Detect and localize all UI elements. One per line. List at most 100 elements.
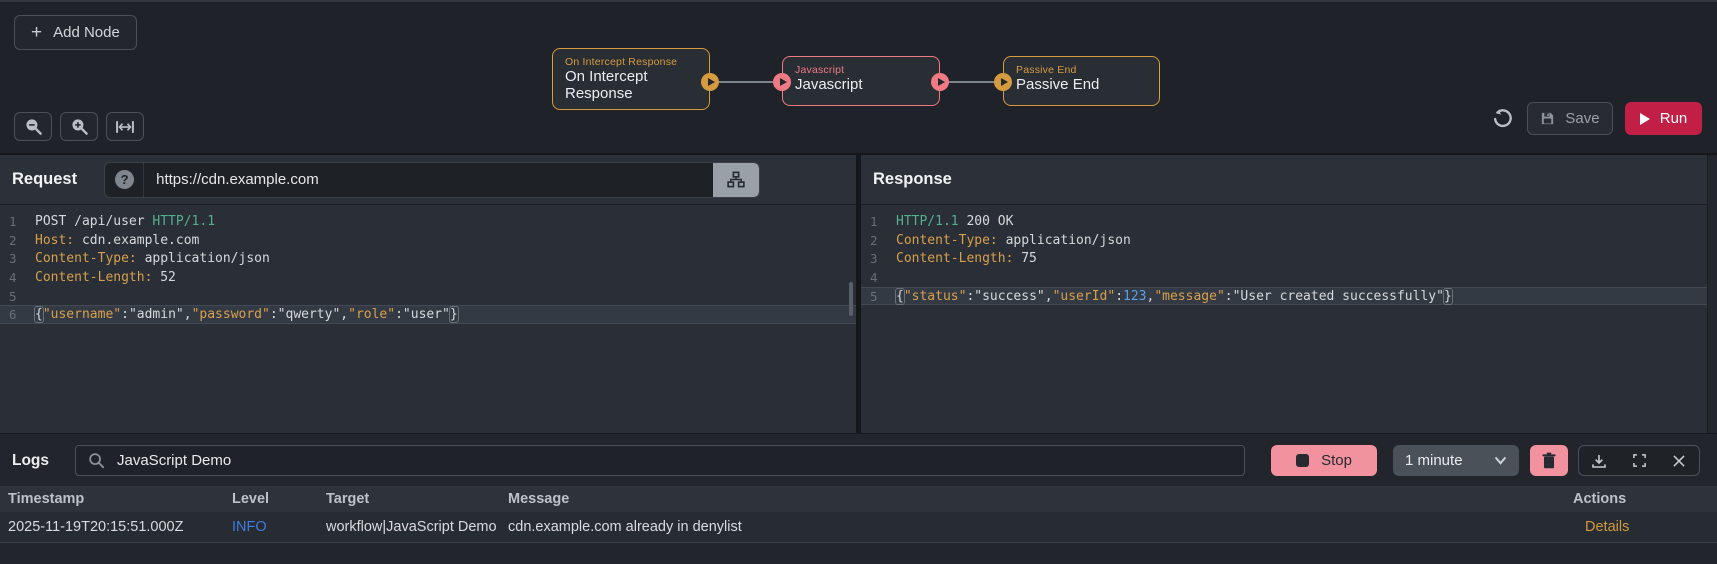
response-code-editor[interactable]: 1 HTTP/1.1 200 OK 2 Content-Type: applicati… xyxy=(861,205,1717,433)
interval-selected-value: 1 minute xyxy=(1405,452,1463,469)
request-panel-title: Request xyxy=(12,170,78,188)
expand-icon xyxy=(1632,454,1646,467)
node-connection-line xyxy=(717,81,775,83)
sitemap-button[interactable] xyxy=(713,162,760,197)
sitemap-icon xyxy=(727,171,745,188)
plus-icon: + xyxy=(31,22,43,43)
line-number: 3 xyxy=(9,251,17,267)
column-header-actions: Actions xyxy=(1573,491,1627,507)
response-panel-title: Response xyxy=(873,170,952,188)
request-url-field[interactable]: ? https://cdn.example.com xyxy=(104,161,761,198)
request-url-value[interactable]: https://cdn.example.com xyxy=(156,171,319,188)
line-number: 1 xyxy=(870,213,878,229)
line-number: 5 xyxy=(870,288,878,304)
code-line[interactable]: 2 Content-Type: application/json xyxy=(861,231,1717,250)
input-port-icon[interactable] xyxy=(773,73,791,91)
line-number: 5 xyxy=(9,288,17,304)
undo-button[interactable] xyxy=(1489,106,1515,132)
input-port-icon[interactable] xyxy=(994,73,1012,91)
play-icon xyxy=(1639,112,1650,125)
workflow-canvas[interactable]: + Add Node On Intercept Response On Inte… xyxy=(0,0,1717,153)
logs-title: Logs xyxy=(12,451,50,469)
line-number: 6 xyxy=(9,307,17,323)
add-node-label: Add Node xyxy=(53,24,120,41)
details-link[interactable]: Details xyxy=(1585,519,1717,535)
interval-select[interactable]: 1 minute xyxy=(1393,445,1519,476)
workflow-editor-app: + Add Node On Intercept Response On Inte… xyxy=(0,0,1717,564)
response-panel: Response 1 HTTP/1.1 200 OK 2 Content-Type: … xyxy=(861,155,1717,433)
node-passive-end[interactable]: Passive End Passive End xyxy=(1003,56,1160,106)
logs-table-header: Timestamp Level Target Message Actions xyxy=(0,486,1717,512)
log-message: cdn.example.com already in denylist xyxy=(508,519,742,535)
log-level: INFO xyxy=(232,519,267,535)
zoom-out-icon xyxy=(25,119,42,135)
save-icon xyxy=(1542,112,1554,125)
zoom-in-button[interactable] xyxy=(60,112,98,141)
stop-button[interactable]: Stop xyxy=(1271,445,1377,476)
code-line[interactable]: 3 Content-Type: application/json xyxy=(0,249,856,268)
code-line[interactable]: 6 {"username":"admin","password":"qwerty"… xyxy=(0,305,856,325)
zoom-out-button[interactable] xyxy=(14,112,52,141)
expand-logs-button[interactable] xyxy=(1624,446,1654,475)
run-label: Run xyxy=(1659,110,1688,127)
code-line[interactable]: 5 xyxy=(0,287,856,306)
node-type-label: On Intercept Response xyxy=(565,56,678,68)
code-line[interactable]: 1 HTTP/1.1 200 OK xyxy=(861,212,1717,231)
node-javascript[interactable]: Javascript Javascript xyxy=(782,56,940,106)
logs-window-controls xyxy=(1578,445,1700,476)
column-header-message: Message xyxy=(508,491,570,507)
undo-icon xyxy=(1493,108,1512,127)
request-header: Request ? https://cdn.example.com xyxy=(0,155,856,205)
response-scrollbar[interactable] xyxy=(1707,155,1717,433)
code-line[interactable]: 2 Host: cdn.example.com xyxy=(0,231,856,250)
line-number: 3 xyxy=(870,251,878,267)
save-button[interactable]: Save xyxy=(1527,102,1613,135)
run-button[interactable]: Run xyxy=(1625,102,1702,135)
search-icon xyxy=(89,453,105,469)
column-header-target: Target xyxy=(326,491,370,507)
node-on-intercept-response[interactable]: On Intercept Response On Intercept Respo… xyxy=(552,48,710,110)
close-logs-button[interactable] xyxy=(1664,446,1694,475)
node-type-label: Passive End xyxy=(1016,64,1077,76)
request-code-editor[interactable]: 1 POST /api/user HTTP/1.1 2 Host: cdn.examp… xyxy=(0,205,856,433)
log-table-row[interactable]: 2025-11-19T20:15:51.000Z INFO workflow|Jav… xyxy=(0,512,1717,543)
code-line[interactable]: 5 {"status":"success","userId":123,"messa… xyxy=(861,286,1717,306)
code-line[interactable]: 4 xyxy=(861,268,1717,287)
url-field-divider xyxy=(143,162,145,197)
output-port-icon[interactable] xyxy=(701,73,719,91)
fit-width-button[interactable] xyxy=(106,112,144,141)
fit-width-icon xyxy=(116,120,134,133)
column-header-level: Level xyxy=(232,491,270,507)
node-connection-line xyxy=(947,81,996,83)
trash-icon xyxy=(1542,452,1556,469)
logs-table: Timestamp Level Target Message Actions 2… xyxy=(0,486,1717,564)
request-scrollbar[interactable] xyxy=(849,282,853,316)
code-line[interactable]: 4 Content-Length: 52 xyxy=(0,268,856,287)
column-header-timestamp: Timestamp xyxy=(8,491,85,507)
logs-search-input[interactable]: JavaScript Demo xyxy=(75,445,1245,476)
line-number: 1 xyxy=(9,213,17,229)
node-type-label: Javascript xyxy=(795,64,845,76)
line-number: 2 xyxy=(9,232,17,248)
save-label: Save xyxy=(1565,110,1600,127)
logs-search-value[interactable]: JavaScript Demo xyxy=(117,452,231,469)
log-target: workflow|JavaScript Demo xyxy=(326,519,497,535)
code-line[interactable]: 1 POST /api/user HTTP/1.1 xyxy=(0,212,856,231)
logs-table-body: 2025-11-19T20:15:51.000Z INFO workflow|Jav… xyxy=(0,512,1717,543)
download-logs-button[interactable] xyxy=(1584,446,1614,475)
response-header: Response xyxy=(861,155,1717,205)
request-panel: Request ? https://cdn.example.com 1 POST… xyxy=(0,155,856,433)
node-title: Javascript xyxy=(795,76,863,93)
close-icon xyxy=(1673,455,1685,466)
node-title: On Intercept Response xyxy=(565,68,648,102)
logs-toolbar: Logs JavaScript Demo Stop 1 minute xyxy=(0,433,1717,486)
code-line[interactable]: 3 Content-Length: 75 xyxy=(861,249,1717,268)
help-icon[interactable]: ? xyxy=(115,170,135,189)
zoom-in-icon xyxy=(71,119,88,135)
stop-label: Stop xyxy=(1321,452,1352,469)
output-port-icon[interactable] xyxy=(931,73,949,91)
clear-logs-button[interactable] xyxy=(1530,445,1568,476)
http-editors: Request ? https://cdn.example.com 1 POST… xyxy=(0,153,1717,433)
line-number: 4 xyxy=(870,269,878,285)
add-node-button[interactable]: + Add Node xyxy=(14,15,137,50)
